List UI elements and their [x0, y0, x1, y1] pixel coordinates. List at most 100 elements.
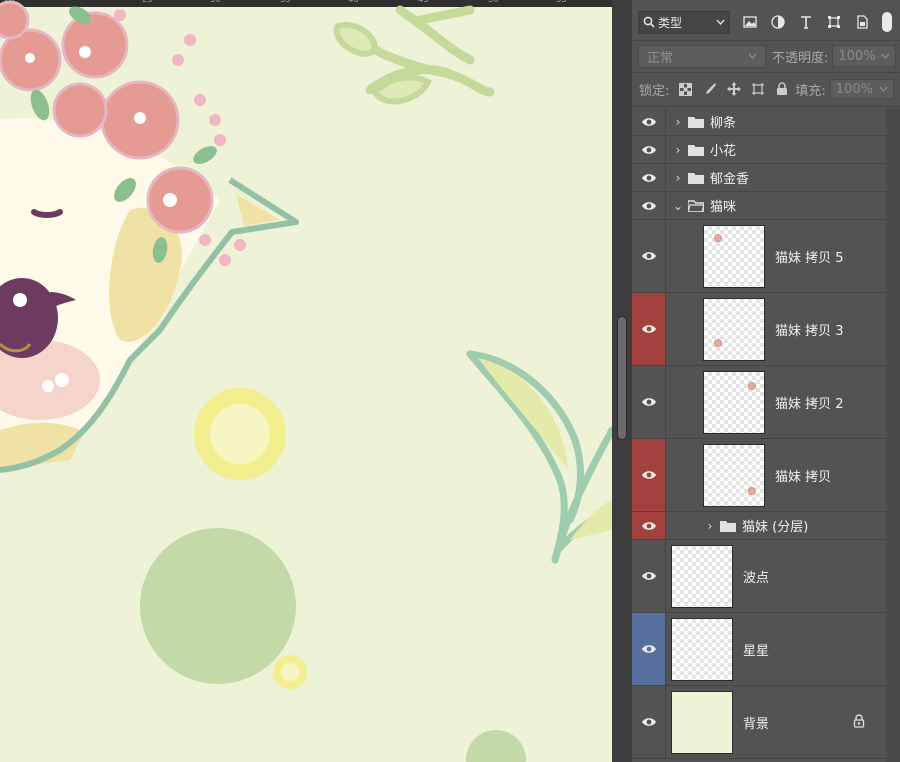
- open-folder-icon: [688, 199, 704, 212]
- lock-row: 锁定: 填充: 100%: [632, 78, 900, 100]
- layer-row[interactable]: 猫妹 拷贝 5: [632, 220, 886, 293]
- layer-row-background[interactable]: 背景: [632, 686, 886, 759]
- layer-thumbnail: [703, 370, 765, 434]
- cat-closed-eye: [31, 209, 63, 218]
- shape-filter-icon[interactable]: [826, 14, 842, 30]
- lock-icon[interactable]: [852, 714, 866, 728]
- opacity-field[interactable]: 100%: [832, 45, 897, 67]
- image-filter-icon[interactable]: [742, 14, 758, 30]
- lock-artboard-icon[interactable]: [750, 82, 765, 97]
- layer-row[interactable]: 猫妹 拷贝 2: [632, 366, 886, 439]
- chevron-right-icon[interactable]: ›: [704, 519, 716, 533]
- visibility-toggle[interactable]: [632, 439, 666, 511]
- document-canvas[interactable]: 20 25 30 35 40 45 50 55: [0, 0, 612, 762]
- folder-icon: [688, 116, 704, 128]
- filter-kind-select[interactable]: 类型: [638, 10, 730, 34]
- layer-thumbnail: [703, 224, 765, 288]
- eye-icon: [641, 117, 656, 126]
- layer-name: 猫妹 拷贝 5: [775, 250, 844, 266]
- eye-icon: [641, 521, 656, 530]
- blend-mode-select[interactable]: 正常: [638, 44, 766, 68]
- lock-position-icon[interactable]: [726, 82, 741, 97]
- eye-icon: [641, 145, 656, 154]
- layer-group-row[interactable]: › 小花: [632, 136, 886, 164]
- layers-list: › 柳条 › 小花 › 郁金香 ⌄ 猫咪 猫妹 拷贝 5 猫妹 拷贝 3 猫妹 …: [632, 108, 886, 759]
- chevron-down-icon: [879, 86, 888, 92]
- layer-name: 猫妹 拷贝 3: [775, 323, 844, 339]
- layer-row[interactable]: 波点: [632, 540, 886, 613]
- eye-icon: [641, 201, 656, 210]
- layer-name: 郁金香: [710, 172, 750, 187]
- search-icon: [643, 16, 655, 28]
- fill-field[interactable]: 100%: [829, 79, 894, 99]
- layer-group-row[interactable]: › 郁金香: [632, 164, 886, 192]
- chevron-down-icon[interactable]: ⌄: [672, 199, 684, 213]
- eye-icon: [641, 173, 656, 182]
- layer-thumbnail: [671, 690, 733, 754]
- visibility-toggle[interactable]: [632, 293, 666, 365]
- smart-object-filter-icon[interactable]: [854, 14, 870, 30]
- visibility-toggle[interactable]: [632, 512, 666, 539]
- layers-scrollbar[interactable]: [886, 108, 900, 762]
- filter-kind-label: 类型: [658, 15, 683, 30]
- layer-name: 波点: [743, 570, 770, 586]
- visibility-toggle[interactable]: [632, 366, 666, 438]
- canvas-vertical-scrollbar[interactable]: [612, 0, 632, 762]
- visibility-toggle[interactable]: [632, 164, 666, 191]
- folder-icon: [688, 144, 704, 156]
- chevron-right-icon[interactable]: ›: [672, 143, 684, 157]
- filter-toggle-switch[interactable]: [882, 12, 892, 32]
- layer-name: 猫妹 (分层): [742, 520, 809, 535]
- visibility-toggle[interactable]: [632, 136, 666, 163]
- layer-group-row[interactable]: › 猫妹 (分层): [632, 512, 886, 540]
- artwork-illustration: [0, 0, 612, 762]
- blend-row: 正常 不透明度: 100%: [632, 43, 900, 69]
- layer-row[interactable]: 星星: [632, 613, 886, 686]
- eye-icon: [641, 572, 656, 580]
- lock-label: 锁定:: [639, 83, 670, 99]
- adjustment-filter-icon[interactable]: [770, 14, 786, 30]
- chevron-right-icon[interactable]: ›: [672, 171, 684, 185]
- lock-transparent-pixels-icon[interactable]: [678, 82, 693, 97]
- layer-thumbnail: [671, 544, 733, 608]
- opacity-value: 100%: [838, 48, 876, 64]
- layer-name: 背景: [743, 716, 770, 732]
- type-filter-icon[interactable]: [798, 14, 814, 30]
- eye-icon: [641, 471, 656, 479]
- visibility-toggle[interactable]: [632, 220, 666, 292]
- visibility-toggle[interactable]: [632, 540, 666, 612]
- chevron-right-icon[interactable]: ›: [672, 115, 684, 129]
- green-polka-dot: [140, 528, 296, 684]
- scrollbar-thumb[interactable]: [617, 316, 627, 440]
- layer-row[interactable]: 猫妹 拷贝: [632, 439, 886, 512]
- layer-name: 柳条: [710, 116, 737, 131]
- green-polka-dot: [466, 730, 526, 762]
- folder-icon: [720, 520, 736, 532]
- visibility-toggle[interactable]: [632, 192, 666, 219]
- layer-group-row[interactable]: › 柳条: [632, 108, 886, 136]
- visibility-toggle[interactable]: [632, 108, 666, 135]
- yellow-ring-dot-inner: [210, 404, 270, 464]
- eye-icon: [641, 252, 656, 260]
- layer-name: 星星: [743, 643, 770, 659]
- eye-icon: [641, 718, 656, 726]
- layer-group-row[interactable]: ⌄ 猫咪: [632, 192, 886, 220]
- lock-image-pixels-icon[interactable]: [702, 82, 717, 97]
- layer-thumbnail: [671, 617, 733, 681]
- eye-icon: [641, 645, 656, 653]
- layers-panel: 类型 正常 不透明度: 100% 锁定: 填充: 100% › 柳条 › 小花 …: [632, 0, 900, 762]
- layer-name: 小花: [710, 144, 737, 159]
- eye-icon: [641, 325, 656, 333]
- fill-value: 100%: [835, 81, 873, 97]
- layer-name: 猫妹 拷贝: [775, 469, 832, 485]
- visibility-toggle[interactable]: [632, 686, 666, 758]
- layer-filter-row: 类型: [632, 7, 900, 37]
- layer-thumbnail: [703, 443, 765, 507]
- layer-thumbnail: [703, 297, 765, 361]
- chevron-down-icon: [881, 53, 890, 59]
- eye-icon: [641, 398, 656, 406]
- visibility-toggle[interactable]: [632, 613, 666, 685]
- layer-row[interactable]: 猫妹 拷贝 3: [632, 293, 886, 366]
- layer-name: 猫妹 拷贝 2: [775, 396, 844, 412]
- lock-all-icon[interactable]: [774, 82, 789, 97]
